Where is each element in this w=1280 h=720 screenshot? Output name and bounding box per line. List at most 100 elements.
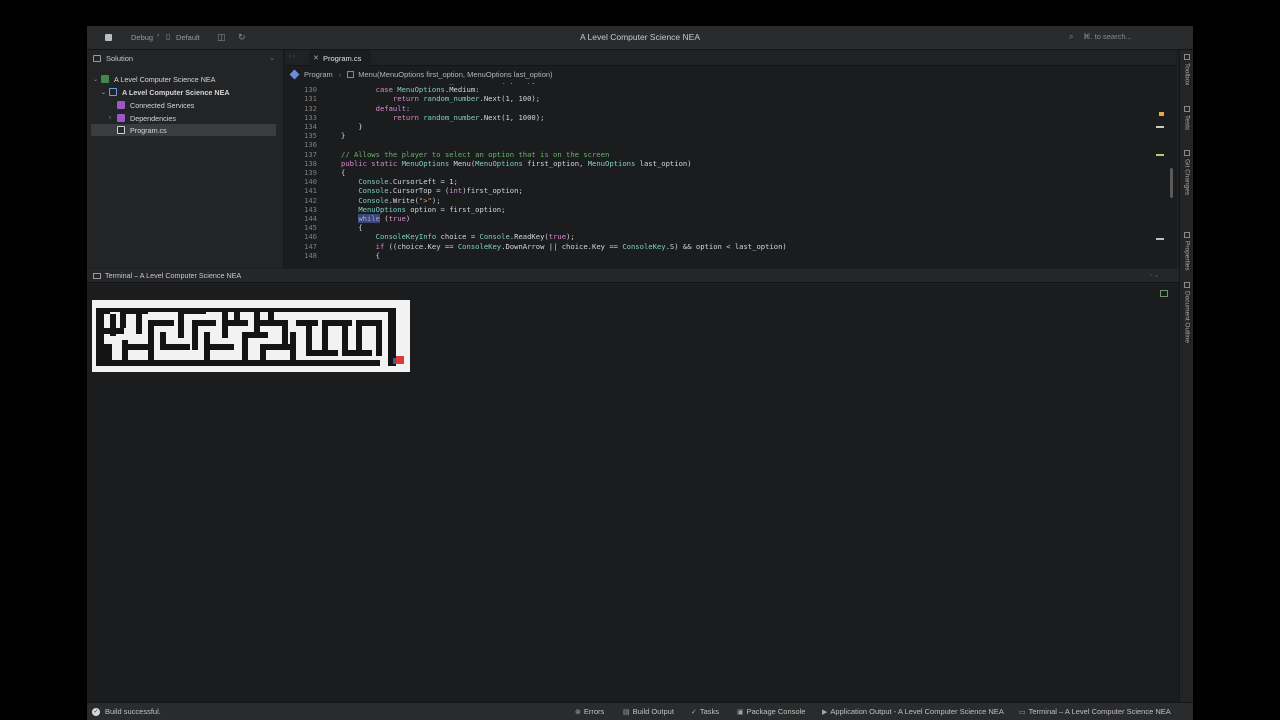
breadcrumb-method[interactable]: Menu(MenuOptions first_option, MenuOptio… bbox=[358, 70, 552, 79]
terminal-pad[interactable] bbox=[87, 284, 1179, 702]
code-line[interactable]: { bbox=[341, 251, 380, 260]
line-number: 139 bbox=[304, 168, 317, 177]
pad-options-icon[interactable]: ▫ ⌄ bbox=[1150, 272, 1159, 279]
code-line[interactable]: Console.Write(">"); bbox=[341, 196, 440, 205]
folder-icon bbox=[117, 114, 125, 122]
maze-output bbox=[92, 300, 410, 372]
overview-marker bbox=[1156, 238, 1164, 240]
tab-program-cs[interactable]: ✕ Program.cs bbox=[309, 50, 372, 66]
terminal-icon bbox=[93, 272, 101, 279]
ide-window: Debug › ▯ Default ◫ ↻ A Level Computer S… bbox=[87, 26, 1193, 720]
warning-marker[interactable] bbox=[1159, 112, 1164, 116]
chevron-down-icon[interactable]: ⌄ bbox=[101, 89, 109, 96]
rail-toolbox[interactable]: Toolbox bbox=[1181, 54, 1193, 85]
solution-pad-header: Solution ⌄ bbox=[87, 50, 283, 67]
tests-icon bbox=[1184, 106, 1190, 112]
maze-goal bbox=[396, 356, 404, 364]
folder-icon bbox=[117, 101, 125, 109]
status-bar: ✓ Build successful. ⊗ Errors ▤ Build Outpu… bbox=[87, 702, 1193, 720]
code-line[interactable]: public static MenuOptions Menu(MenuOptio… bbox=[341, 159, 692, 168]
line-number: 146 bbox=[304, 232, 317, 242]
code-line[interactable]: // Allows the player to select an option… bbox=[341, 150, 609, 159]
code-line[interactable]: { bbox=[341, 223, 362, 232]
line-number: 140 bbox=[304, 177, 317, 187]
build-status: ✓ Build successful. bbox=[92, 707, 161, 716]
code-line[interactable]: if ((choice.Key == ConsoleKey.DownArrow … bbox=[341, 242, 787, 251]
code-line[interactable]: default: bbox=[341, 104, 411, 113]
line-number: 144 bbox=[304, 214, 317, 223]
rail-tests[interactable]: Tests bbox=[1181, 106, 1193, 130]
code-line[interactable]: } bbox=[341, 131, 345, 140]
errors-button[interactable]: ⊗ Errors bbox=[575, 707, 604, 716]
chevron-right-icon[interactable]: › bbox=[109, 115, 117, 121]
code-editor: ‹ › ✕ Program.cs Program › Menu(MenuOpti… bbox=[285, 50, 1176, 268]
tasks-icon: ✓ bbox=[691, 708, 697, 716]
line-number: 133 bbox=[304, 112, 317, 122]
outline-icon bbox=[1184, 282, 1190, 288]
error-icon: ⊗ bbox=[575, 708, 581, 716]
line-number: 134 bbox=[304, 122, 317, 131]
rail-properties[interactable]: Properties bbox=[1181, 232, 1193, 271]
search-input[interactable]: ⌘. to search... bbox=[1083, 32, 1132, 41]
toolbar: Debug › ▯ Default ◫ ↻ A Level Computer S… bbox=[87, 26, 1193, 50]
package-console-button[interactable]: ▣ Package Console bbox=[737, 707, 805, 716]
build-output-button[interactable]: ▤ Build Output bbox=[623, 707, 674, 716]
checkmark-icon: ✓ bbox=[92, 707, 100, 716]
line-number: 132 bbox=[304, 103, 317, 113]
code-line[interactable]: { bbox=[341, 168, 345, 177]
terminal-header: Terminal – A Level Computer Science NEA … bbox=[87, 269, 1179, 283]
chevron-down-icon[interactable]: ⌄ bbox=[93, 76, 101, 83]
tree-item-dependencies[interactable]: › Dependencies bbox=[109, 112, 283, 124]
code-line[interactable]: MenuOptions option = first_option; bbox=[341, 205, 505, 214]
code-line[interactable]: } bbox=[341, 122, 362, 131]
code-line[interactable]: Console.CursorLeft = 1; bbox=[341, 177, 458, 186]
line-number: 142 bbox=[304, 195, 317, 205]
project-icon bbox=[109, 88, 117, 96]
breadcrumb-class[interactable]: Program bbox=[304, 70, 333, 79]
tasks-button[interactable]: ✓ Tasks bbox=[691, 707, 719, 716]
solution-pad-icon bbox=[93, 55, 101, 62]
search-icon: ⌕ bbox=[1069, 32, 1074, 41]
package-icon: ▣ bbox=[737, 708, 744, 716]
tree-item-connected-services[interactable]: Connected Services bbox=[109, 99, 283, 111]
tree-item-program-cs[interactable]: Program.cs bbox=[91, 124, 276, 136]
build-icon: ▤ bbox=[623, 708, 630, 716]
breadcrumb: Program › Menu(MenuOptions first_option,… bbox=[285, 66, 1176, 83]
line-number: 143 bbox=[304, 204, 317, 214]
terminal-icon: ▭ bbox=[1019, 708, 1026, 716]
code-line[interactable]: return random_number.Next(1, 1000); bbox=[341, 113, 544, 122]
solution-pad: Solution ⌄ ⌄ A Level Computer Science NE… bbox=[87, 50, 284, 268]
terminal-button[interactable]: ▭ Terminal – A Level Computer Science NEA bbox=[1019, 707, 1171, 716]
class-icon bbox=[289, 69, 300, 80]
code-line[interactable]: Console.CursorTop = (int)first_option; bbox=[341, 186, 522, 195]
overview-marker bbox=[1156, 154, 1164, 156]
line-number: 137 bbox=[304, 149, 317, 159]
toolbox-icon bbox=[1184, 54, 1190, 60]
right-dock-rail: Toolbox Tests Git Changes Properties Doc… bbox=[1179, 50, 1193, 702]
code-line[interactable]: while (true) bbox=[341, 214, 410, 223]
editor-tab-bar: ‹ › ✕ Program.cs bbox=[285, 50, 1176, 66]
pad-options-icon[interactable]: ⌄ bbox=[269, 54, 275, 62]
line-number: 147 bbox=[304, 241, 317, 251]
rail-git-changes[interactable]: Git Changes bbox=[1181, 150, 1193, 195]
properties-icon bbox=[1184, 232, 1190, 238]
line-number: 135 bbox=[304, 131, 317, 141]
line-number: 145 bbox=[304, 223, 317, 233]
nav-arrows-icon[interactable]: ‹ › bbox=[289, 53, 296, 60]
editor-scrollbar[interactable] bbox=[1170, 168, 1173, 198]
code-line[interactable]: ConsoleKeyInfo choice = Console.ReadKey(… bbox=[341, 232, 575, 241]
terminal-title: Terminal – A Level Computer Science NEA bbox=[105, 271, 242, 280]
solution-icon bbox=[101, 75, 109, 83]
code-area[interactable]: 129 return random_number.Next(1, 10);130… bbox=[285, 83, 1165, 268]
code-line[interactable]: case MenuOptions.Medium: bbox=[341, 85, 480, 94]
code-line[interactable]: return random_number.Next(1, 100); bbox=[341, 94, 540, 103]
tree-item-project[interactable]: ⌄ A Level Computer Science NEA bbox=[101, 86, 283, 98]
application-output-button[interactable]: ▶ Application Output - A Level Computer S… bbox=[822, 707, 1004, 716]
rail-document-outline[interactable]: Document Outline bbox=[1181, 282, 1193, 343]
terminal-action-icon[interactable] bbox=[1160, 290, 1168, 297]
file-icon bbox=[117, 126, 125, 134]
tree-item-solution[interactable]: ⌄ A Level Computer Science NEA bbox=[93, 73, 283, 85]
line-number: 141 bbox=[304, 186, 317, 196]
method-icon bbox=[347, 71, 355, 78]
close-icon[interactable]: ✕ bbox=[313, 54, 319, 62]
